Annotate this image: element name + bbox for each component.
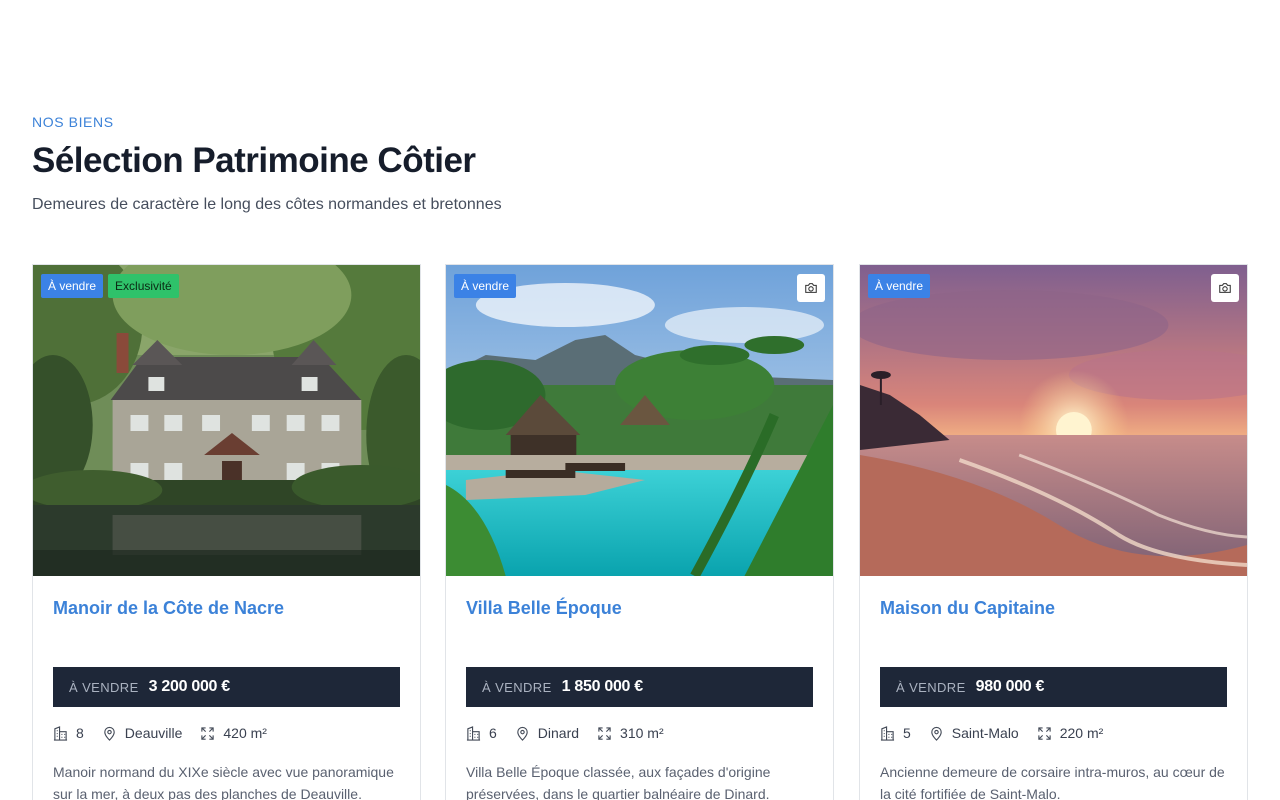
building-icon — [880, 725, 895, 741]
price-label: À VENDRE — [482, 679, 552, 695]
area-text: 310 m² — [620, 725, 664, 741]
price-label: À VENDRE — [69, 679, 139, 695]
location-text: Deauville — [124, 725, 183, 741]
exclusive-badge: Exclusivité — [108, 274, 179, 298]
gallery-button[interactable] — [1211, 274, 1239, 302]
property-description: Manoir normand du XIXe siècle avec vue p… — [53, 764, 394, 800]
area-info: 310 m² — [597, 725, 664, 741]
gallery-button[interactable] — [797, 274, 825, 302]
property-meta: 5 Saint-Malo 220 m² — [880, 725, 1227, 741]
rooms-info: 8 — [53, 725, 84, 741]
location-text: Saint-Malo — [951, 725, 1019, 741]
price-bar: À VENDRE 980 000 € — [880, 667, 1227, 707]
rooms-count: 5 — [903, 725, 911, 741]
building-icon — [53, 725, 68, 741]
property-card[interactable]: À vendre Villa Belle Époque À VENDRE 1 8… — [445, 264, 834, 800]
section-eyebrow: NOS BIENS — [32, 114, 114, 130]
expand-icon — [201, 726, 215, 740]
property-meta: 8 Deauville 420 m² — [53, 725, 400, 741]
property-description: Villa Belle Époque classée, aux façades … — [466, 764, 771, 800]
area-info: 420 m² — [200, 725, 267, 741]
area-info: 220 m² — [1037, 725, 1104, 741]
location-text: Dinard — [537, 725, 580, 741]
rooms-info: 5 — [880, 725, 911, 741]
rooms-count: 8 — [76, 725, 84, 741]
area-text: 420 m² — [223, 725, 267, 741]
location-info: Saint-Malo — [929, 725, 1019, 741]
location-info: Deauville — [102, 725, 183, 741]
camera-icon — [805, 283, 817, 293]
price-value: 3 200 000 € — [148, 678, 231, 695]
map-pin-icon — [517, 726, 528, 741]
badge-group: À vendre — [868, 274, 931, 298]
property-title[interactable]: Maison du Capitaine — [880, 598, 1227, 618]
status-badge: À vendre — [868, 274, 931, 298]
section-title: Sélection Patrimoine Côtier — [32, 141, 476, 180]
pool-resort-photo — [446, 265, 833, 576]
price-bar: À VENDRE 1 850 000 € — [466, 667, 813, 707]
property-title[interactable]: Manoir de la Côte de Nacre — [53, 598, 400, 618]
badge-group: À vendre — [454, 274, 517, 298]
manor-photo — [33, 265, 420, 576]
property-photo[interactable]: À vendre Exclusivité — [33, 265, 420, 576]
building-icon — [466, 725, 481, 741]
expand-icon — [598, 726, 611, 740]
price-bar: À VENDRE 3 200 000 € — [53, 667, 400, 707]
status-badge: À vendre — [41, 274, 104, 298]
status-badge: À vendre — [454, 274, 517, 298]
section-subtitle: Demeures de caractère le long des côtes … — [32, 196, 502, 213]
property-photo[interactable]: À vendre — [860, 265, 1247, 576]
badge-group: À vendre Exclusivité — [41, 274, 179, 298]
rooms-info: 6 — [466, 725, 497, 741]
property-card[interactable]: À vendre Maison du Capitaine À VENDRE 98… — [859, 264, 1248, 800]
sunset-beach-photo — [860, 265, 1247, 576]
section-header: NOS BIENS Sélection Patrimoine Côtier De… — [32, 114, 932, 216]
property-grid: À vendre Exclusivité Manoir de la Côte d… — [32, 264, 1248, 800]
expand-icon — [1038, 726, 1051, 740]
property-meta: 6 Dinard 310 m² — [466, 725, 813, 741]
rooms-count: 6 — [489, 725, 497, 741]
property-title[interactable]: Villa Belle Époque — [466, 598, 813, 618]
camera-icon — [1219, 283, 1231, 293]
price-label: À VENDRE — [896, 679, 966, 695]
property-photo[interactable]: À vendre — [446, 265, 833, 576]
map-pin-icon — [931, 726, 942, 741]
price-value: 1 850 000 € — [561, 678, 644, 695]
area-text: 220 m² — [1059, 725, 1104, 741]
price-value: 980 000 € — [975, 678, 1045, 695]
property-description: Ancienne demeure de corsaire intra-muros… — [880, 764, 1225, 800]
property-card[interactable]: À vendre Exclusivité Manoir de la Côte d… — [32, 264, 421, 800]
map-pin-icon — [104, 726, 115, 741]
location-info: Dinard — [515, 725, 579, 741]
